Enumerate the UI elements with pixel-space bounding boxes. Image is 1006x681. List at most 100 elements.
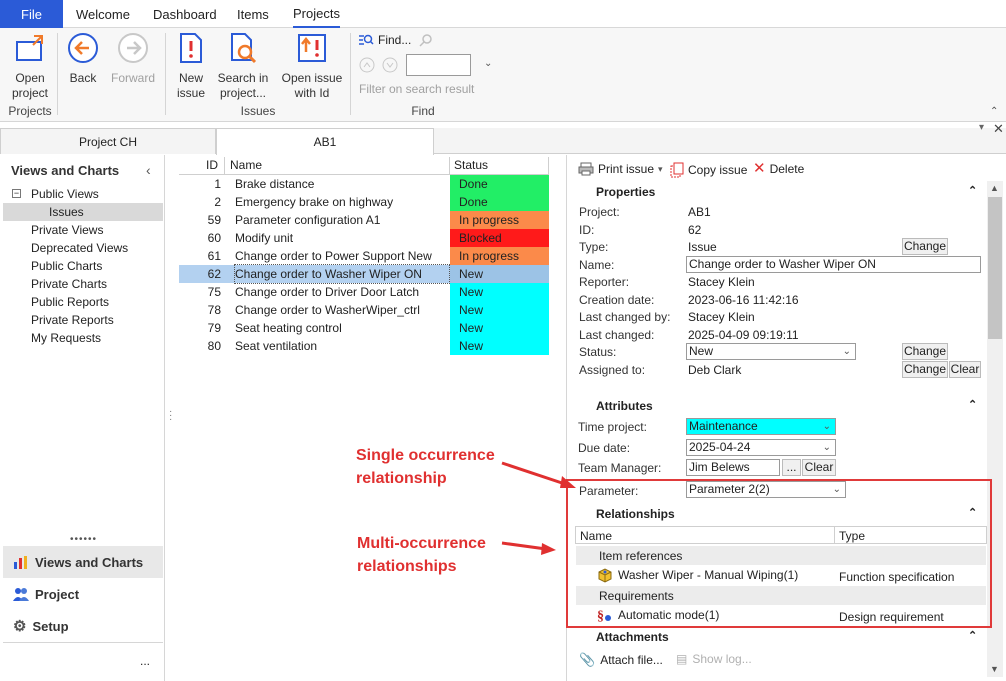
column-header-id[interactable]: ID bbox=[179, 157, 225, 175]
find-input[interactable] bbox=[406, 54, 471, 76]
column-header-status[interactable]: Status bbox=[450, 157, 549, 175]
collapse-section-icon[interactable]: ⌃ bbox=[968, 629, 977, 642]
cell-name: Change order to WasherWiper_ctrl bbox=[235, 303, 420, 317]
cell-id: 60 bbox=[207, 231, 221, 245]
back-label: Back bbox=[69, 71, 97, 85]
menu-tab-projects[interactable]: Projects bbox=[293, 0, 340, 28]
clear-search-icon[interactable] bbox=[418, 33, 434, 49]
ribbon-collapse-chevron-icon[interactable]: ⌄ bbox=[484, 58, 492, 69]
scroll-down-icon[interactable]: ▼ bbox=[990, 664, 999, 674]
clear-assigned-button[interactable]: Clear bbox=[949, 361, 981, 378]
table-row[interactable]: 61 Change order to Power Support New In pr… bbox=[179, 247, 549, 265]
new-issue-button[interactable]: New issue bbox=[172, 32, 210, 101]
tree-item-private-reports[interactable]: Private Reports bbox=[31, 311, 114, 329]
collapse-section-icon[interactable]: ⌃ bbox=[968, 398, 977, 411]
show-log-button[interactable]: ▤ Show log... bbox=[676, 652, 752, 666]
table-row[interactable]: 80 Seat ventilation New bbox=[179, 337, 549, 355]
menu-file[interactable]: File bbox=[0, 0, 63, 28]
gear-icon: ⚙ bbox=[13, 618, 27, 635]
status-select[interactable]: New ⌄ bbox=[686, 343, 856, 360]
table-row[interactable]: 2 Emergency brake on highway Done bbox=[179, 193, 549, 211]
cell-name: Modify unit bbox=[235, 231, 294, 245]
tree-item-deprecated-views[interactable]: Deprecated Views bbox=[31, 239, 128, 257]
change-assigned-button[interactable]: Change bbox=[902, 361, 948, 378]
project-value: AB1 bbox=[688, 205, 711, 219]
table-row[interactable]: 62 Change order to Washer Wiper ON New bbox=[179, 264, 549, 284]
vertical-splitter-grip[interactable]: · · · bbox=[169, 407, 172, 425]
close-tab-icon[interactable]: ✕ bbox=[993, 121, 1004, 137]
reporter-value: Stacey Klein bbox=[688, 275, 755, 289]
more-options-icon[interactable]: ... bbox=[140, 654, 150, 668]
open-issue-icon bbox=[298, 34, 326, 62]
cell-name: Emergency brake on highway bbox=[235, 195, 394, 209]
collapse-panel-icon[interactable]: ‹ bbox=[146, 162, 151, 178]
time-project-select[interactable]: Maintenance ⌄ bbox=[686, 418, 836, 435]
cell-status: New bbox=[450, 337, 549, 355]
tab-project-ch[interactable]: Project CH bbox=[0, 128, 216, 154]
open-issue-with-id-button[interactable]: Open issue with Id bbox=[280, 32, 344, 101]
collapse-section-icon[interactable]: ⌃ bbox=[968, 184, 977, 197]
tree-item-private-views[interactable]: Private Views bbox=[31, 221, 103, 239]
tree-item-public-views[interactable]: Public Views bbox=[31, 185, 99, 203]
table-row[interactable]: 59 Parameter configuration A1 In progress bbox=[179, 211, 549, 229]
team-manager-clear-button[interactable]: Clear bbox=[802, 459, 836, 476]
team-manager-label: Team Manager: bbox=[578, 461, 662, 475]
last-changed-value: 2025-04-09 09:19:11 bbox=[688, 328, 799, 342]
team-manager-browse-button[interactable]: ... bbox=[782, 459, 801, 476]
team-manager-field[interactable]: Jim Belews bbox=[686, 459, 780, 476]
tree-item-private-charts[interactable]: Private Charts bbox=[31, 275, 107, 293]
copy-icon bbox=[670, 162, 684, 178]
table-row[interactable]: 1 Brake distance Done bbox=[179, 175, 549, 193]
nav-setup[interactable]: ⚙ Setup bbox=[3, 610, 163, 642]
scroll-up-icon[interactable]: ▲ bbox=[990, 183, 999, 193]
table-row[interactable]: 60 Modify unit Blocked bbox=[179, 229, 549, 247]
print-issue-button[interactable]: Print issue ▾ bbox=[578, 162, 663, 176]
filter-on-search-result-button[interactable]: Filter on search result bbox=[359, 82, 474, 96]
open-folder-icon bbox=[16, 35, 43, 61]
column-header-name[interactable]: Name bbox=[225, 157, 450, 175]
creation-date-label: Creation date: bbox=[579, 293, 655, 307]
tree-item-my-requests[interactable]: My Requests bbox=[31, 329, 101, 347]
change-status-button[interactable]: Change bbox=[902, 343, 948, 360]
tree-item-issues[interactable]: Issues bbox=[49, 203, 84, 221]
ribbon-separator bbox=[350, 33, 351, 115]
open-project-button[interactable]: Open project bbox=[8, 32, 52, 101]
forward-button[interactable]: Forward bbox=[110, 32, 156, 86]
table-row[interactable]: 75 Change order to Driver Door Latch New bbox=[179, 283, 549, 301]
find-button[interactable]: Find... bbox=[358, 33, 411, 47]
tree-item-public-reports[interactable]: Public Reports bbox=[31, 293, 109, 311]
menu-tab-dashboard[interactable]: Dashboard bbox=[153, 0, 217, 28]
tab-dropdown-icon[interactable]: ▾ bbox=[979, 122, 984, 133]
change-type-button[interactable]: Change bbox=[902, 238, 948, 255]
tree-item-public-charts[interactable]: Public Charts bbox=[31, 257, 102, 275]
nav-views-and-charts[interactable]: Views and Charts bbox=[3, 546, 163, 578]
next-result-icon[interactable] bbox=[382, 57, 398, 73]
table-row[interactable]: 78 Change order to WasherWiper_ctrl New bbox=[179, 301, 549, 319]
nav-divider bbox=[3, 642, 163, 643]
menu-tab-items[interactable]: Items bbox=[237, 0, 269, 28]
attributes-section-title: Attributes bbox=[596, 399, 653, 413]
attach-file-button[interactable]: 📎 Attach file... bbox=[579, 652, 663, 668]
nav-project[interactable]: Project bbox=[3, 578, 163, 610]
ribbon-minimize-icon[interactable]: ⌃ bbox=[990, 106, 998, 117]
menu-tab-welcome[interactable]: Welcome bbox=[76, 0, 130, 28]
chevron-down-icon: ⌄ bbox=[822, 442, 831, 453]
scrollbar-thumb[interactable] bbox=[988, 197, 1002, 339]
previous-result-icon[interactable] bbox=[359, 57, 375, 73]
tree-collapse-icon[interactable]: − bbox=[12, 189, 21, 198]
cell-status: New bbox=[450, 319, 549, 337]
splitter-grip[interactable]: •••••• bbox=[70, 534, 97, 545]
table-row[interactable]: 79 Seat heating control New bbox=[179, 319, 549, 337]
nav-project-label: Project bbox=[35, 586, 80, 602]
back-button[interactable]: Back bbox=[65, 32, 101, 86]
name-field[interactable]: Change order to Washer Wiper ON bbox=[686, 256, 981, 273]
last-changed-by-label: Last changed by: bbox=[579, 310, 671, 324]
tab-ab1[interactable]: AB1 bbox=[216, 128, 434, 155]
search-in-project-button[interactable]: Search in project... bbox=[215, 32, 271, 101]
copy-issue-button[interactable]: Copy issue bbox=[670, 162, 747, 178]
due-date-picker[interactable]: 2025-04-24 ⌄ bbox=[686, 439, 836, 456]
menu-bar bbox=[0, 0, 1006, 28]
delete-button[interactable]: ✕ Delete bbox=[753, 161, 804, 176]
printer-icon bbox=[578, 162, 594, 176]
cell-name: Seat ventilation bbox=[235, 339, 318, 353]
